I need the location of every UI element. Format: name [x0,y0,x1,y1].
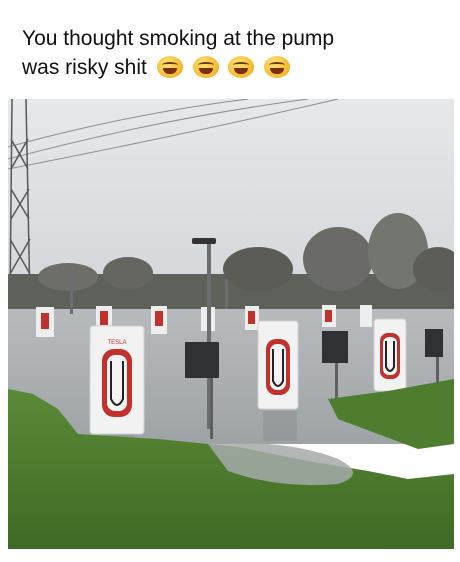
tesla-charger-3 [373,318,407,392]
caption-line-2: was risky shit [22,53,442,86]
tesla-charger-2 [257,320,299,410]
laughing-emoji-icon [192,56,219,78]
laughing-emoji-icon [264,56,291,78]
caption-line-2-text: was risky shit [22,56,147,79]
laughing-emoji-icon [228,56,255,78]
laughing-emoji-icon [156,56,183,78]
tesla-charger-1: TESLA [89,325,145,435]
caption-line-1: You thought smoking at the pump [22,27,335,50]
charger-brand-label: TESLA [107,340,126,346]
photo-scene: TESLA [8,99,454,549]
meme-caption: You thought smoking at the pump was risk… [22,24,442,86]
emoji-row [156,56,295,86]
flooded-supercharger-photo: TESLA [8,99,454,549]
